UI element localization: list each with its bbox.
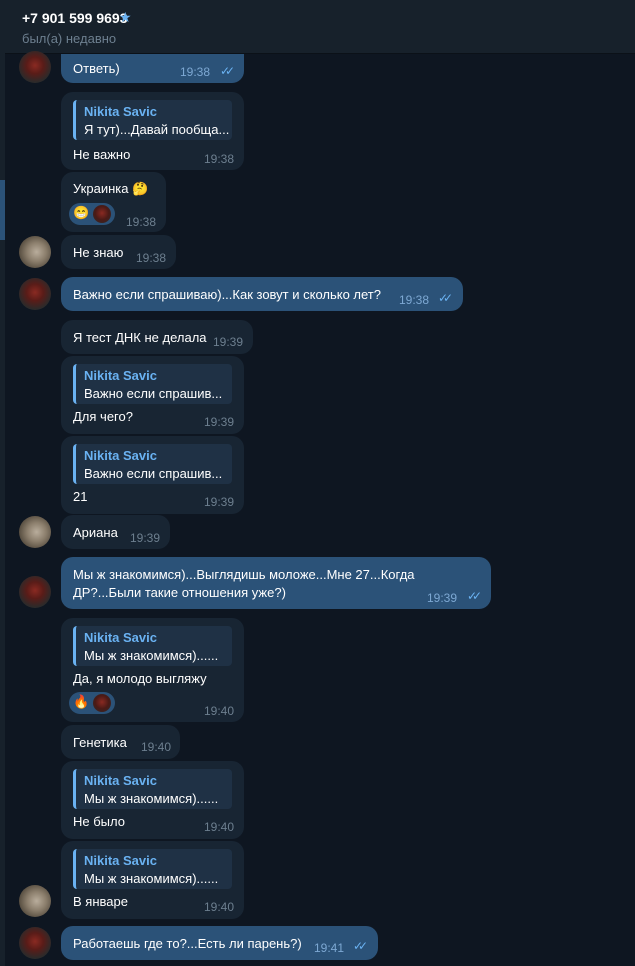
message-text: Генетика [73, 735, 127, 750]
contact-phone[interactable]: +7 901 599 9693 [22, 10, 128, 26]
message-bubble[interactable]: Мы ж знакомимся)...Выглядишь моложе...Мн… [61, 557, 491, 609]
message-time: 19:38 [399, 293, 430, 307]
message-time: 19:38 [180, 65, 211, 79]
fire-emoji-icon: 🔥 [73, 694, 90, 709]
reply-quote[interactable]: Nikita Savic Мы ж знакомимся)...... [73, 769, 232, 809]
read-check-icon: ✓✓ [438, 291, 453, 305]
reply-text: Мы ж знакомимся)...... [84, 648, 219, 663]
message-text-line1: Мы ж знакомимся)...Выглядишь моложе...Мн… [73, 567, 415, 582]
contact-status: был(а) недавно [22, 31, 117, 46]
message-bubble[interactable]: Не знаю 19:38 [61, 235, 176, 269]
message-bubble[interactable]: Важно если спрашиваю)...Как зовут и скол… [61, 277, 463, 311]
message-text: Украинка 🤔 [73, 181, 149, 196]
reply-text: Я тут)...Давай пообща... [84, 122, 230, 137]
message-bubble[interactable]: Ариана 19:39 [61, 515, 170, 549]
reply-quote[interactable]: Nikita Savic Важно если спрашив... [73, 444, 232, 484]
message-time: 19:39 [204, 415, 235, 429]
message-text: Не знаю [73, 245, 124, 260]
reply-author: Nikita Savic [84, 853, 157, 868]
message-bubble[interactable]: Nikita Savic Важно если спрашив... 21 19… [61, 436, 244, 514]
reply-author: Nikita Savic [84, 104, 157, 119]
message-text: Ответь) [73, 61, 120, 76]
reply-author: Nikita Savic [84, 630, 157, 645]
reply-quote[interactable]: Nikita Savic Важно если спрашив... [73, 364, 232, 404]
message-bubble[interactable]: Nikita Savic Мы ж знакомимся)...... Да, … [61, 618, 244, 722]
message-time: 19:38 [126, 215, 157, 229]
message-text: 21 [73, 489, 88, 504]
chat-header[interactable]: +7 901 599 9693 ★ был(а) недавно [0, 0, 635, 54]
contact-avatar[interactable] [19, 236, 51, 268]
reply-author: Nikita Savic [84, 368, 157, 383]
read-check-icon: ✓✓ [220, 64, 235, 78]
message-time: 19:38 [136, 251, 167, 265]
reaction-avatar [93, 205, 111, 223]
reply-text: Мы ж знакомимся)...... [84, 791, 219, 806]
read-check-icon: ✓✓ [467, 589, 482, 603]
message-time: 19:40 [141, 740, 172, 754]
message-text: Я тест ДНК не делала [73, 330, 207, 345]
my-avatar[interactable] [19, 278, 51, 310]
message-bubble[interactable]: Генетика 19:40 [61, 725, 180, 759]
message-time: 19:39 [130, 531, 161, 545]
message-time: 19:41 [314, 941, 345, 955]
reply-text: Мы ж знакомимся)...... [84, 871, 219, 886]
reply-text: Важно если спрашив... [84, 386, 223, 401]
reply-text: Важно если спрашив... [84, 466, 223, 481]
message-bubble[interactable]: Украинка 🤔 😁 19:38 [61, 172, 166, 232]
message-time: 19:40 [204, 820, 235, 834]
message-text: Да, я молодо выгляжу [73, 671, 207, 686]
read-check-icon: ✓✓ [353, 939, 368, 953]
message-time: 19:39 [427, 591, 458, 605]
message-bubble[interactable]: Ответь) 19:38 ✓✓ [61, 54, 244, 83]
message-time: 19:39 [213, 335, 244, 349]
reply-quote[interactable]: Nikita Savic Мы ж знакомимся)...... [73, 626, 232, 666]
message-text: Не важно [73, 147, 131, 162]
message-text: Ариана [73, 525, 118, 540]
contact-avatar[interactable] [19, 516, 51, 548]
left-panel-indicator [0, 180, 5, 240]
star-icon: ★ [119, 9, 132, 25]
message-bubble[interactable]: Nikita Savic Мы ж знакомимся)...... В ян… [61, 841, 244, 919]
message-text: В январе [73, 894, 128, 909]
message-bubble[interactable]: Nikita Savic Я тут)...Давай пообща... Не… [61, 92, 244, 170]
message-text-line2: ДР?...Были такие отношения уже?) [73, 585, 286, 600]
left-panel-edge [0, 0, 5, 966]
message-text: Важно если спрашиваю)...Как зовут и скол… [73, 287, 381, 302]
message-text: Не было [73, 814, 125, 829]
contact-avatar[interactable] [19, 885, 51, 917]
reaction-avatar [93, 694, 111, 712]
message-text: Для чего? [73, 409, 133, 424]
grin-emoji-icon: 😁 [73, 205, 90, 220]
reply-author: Nikita Savic [84, 773, 157, 788]
reaction-chip[interactable]: 😁 [69, 203, 115, 225]
message-time: 19:40 [204, 900, 235, 914]
message-bubble[interactable]: Работаешь где то?...Есть ли парень?) 19:… [61, 926, 378, 960]
my-avatar[interactable] [19, 927, 51, 959]
reply-quote[interactable]: Nikita Savic Я тут)...Давай пообща... [73, 100, 232, 140]
my-avatar[interactable] [19, 576, 51, 608]
message-text: Работаешь где то?...Есть ли парень?) [73, 936, 302, 951]
message-time: 19:38 [204, 152, 235, 166]
message-bubble[interactable]: Nikita Savic Важно если спрашив... Для ч… [61, 356, 244, 434]
message-time: 19:40 [204, 704, 235, 718]
reply-quote[interactable]: Nikita Savic Мы ж знакомимся)...... [73, 849, 232, 889]
reaction-chip[interactable]: 🔥 [69, 692, 115, 714]
message-bubble[interactable]: Nikita Savic Мы ж знакомимся)...... Не б… [61, 761, 244, 839]
my-avatar[interactable] [19, 51, 51, 83]
reply-author: Nikita Savic [84, 448, 157, 463]
message-bubble[interactable]: Я тест ДНК не делала 19:39 [61, 320, 253, 354]
message-time: 19:39 [204, 495, 235, 509]
